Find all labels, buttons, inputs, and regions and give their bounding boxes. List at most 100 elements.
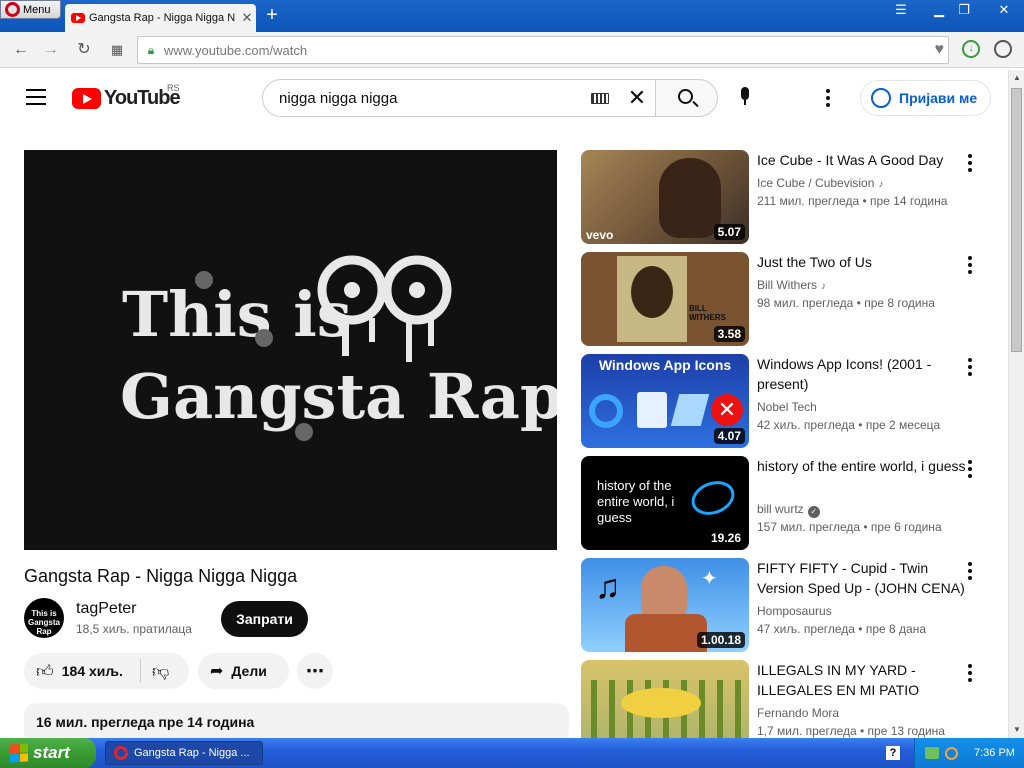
related-title[interactable]: ILLEGALS IN MY YARD - ILLEGALES EN MI PA… (757, 660, 967, 700)
microphone-icon[interactable] (738, 87, 752, 109)
like-count[interactable]: 184 хиљ. (62, 663, 123, 679)
tab-menu-icon[interactable]: ☰ (890, 2, 912, 20)
youtube-logo[interactable]: YouTube RS (72, 83, 181, 110)
share-button[interactable]: ➦ Дели (198, 653, 289, 689)
more-options-icon[interactable] (968, 460, 974, 478)
windows-taskbar: start Gangsta Rap - Nigga ... ? 7:36 PM (0, 738, 1024, 768)
bookmark-heart-icon[interactable]: ♥ (935, 41, 945, 59)
related-video[interactable]: history of the entire world, i guess 19.… (581, 456, 991, 552)
account-icon[interactable] (994, 40, 1012, 58)
new-tab-button[interactable]: + (262, 5, 282, 25)
clock[interactable]: 7:36 PM (974, 747, 1015, 759)
scroll-down-icon[interactable]: ▼ (1012, 725, 1022, 735)
url-host: www.youtube.com (164, 42, 270, 58)
related-title[interactable]: Ice Cube - It Was A Good Day (757, 150, 967, 170)
speed-dial-icon[interactable]: ▦ (106, 40, 128, 60)
taskbar-window-item[interactable]: Gangsta Rap - Nigga ... (105, 741, 263, 765)
url-path: /watch (269, 42, 308, 58)
related-channel[interactable]: Bill Withers ♪ (757, 278, 831, 292)
address-toolbar: ← → ↻ ▦ 🔒︎ www.youtube.com/watch ♥ ↓ (0, 32, 1024, 68)
download-extension-icon[interactable]: ↓ (962, 40, 980, 58)
back-arrow-icon[interactable]: ← (10, 40, 32, 60)
close-tab-icon[interactable]: ✕ (238, 10, 256, 26)
music-note-icon: ♪ (878, 179, 884, 190)
vevo-logo: vevo (586, 228, 614, 242)
thumb-caption: Windows App Icons (598, 357, 732, 373)
minimize-icon[interactable]: ▁ (928, 2, 950, 20)
video-thumbnail[interactable]: ♫ ✦ 1.00.18 (581, 558, 749, 652)
youtube-play-icon (72, 88, 101, 109)
channel-name[interactable]: tagPeter (76, 600, 136, 618)
channel-label: Ice Cube / Cubevision (757, 176, 875, 190)
subscribe-button[interactable]: Запрати (221, 601, 308, 637)
sparkle-icon: ✦ (701, 568, 718, 590)
more-options-icon[interactable] (968, 358, 974, 376)
related-channel[interactable]: Nobel Tech (757, 400, 817, 414)
related-title[interactable]: history of the entire world, i guess (757, 456, 967, 476)
more-options-icon[interactable] (968, 562, 974, 580)
video-player[interactable]: This is Gangsta Rap (24, 150, 557, 550)
related-video[interactable]: ♫ ✦ 1.00.18 FIFTY FIFTY - Cupid - Twin V… (581, 558, 991, 654)
related-meta: 1,7 мил. прегледа • пре 13 година (757, 724, 945, 738)
browser-tab[interactable]: Gangsta Rap - Nigga Nigga N ✕ (65, 4, 256, 32)
related-video[interactable]: vevo 5.07 Ice Cube - It Was A Good Day I… (581, 150, 991, 246)
more-actions-button[interactable]: ⋯ (297, 653, 333, 689)
artwork-line2: Gangsta Rap (120, 360, 557, 433)
related-meta: 98 мил. прегледа • пре 8 година (757, 296, 935, 310)
recycle-bin-icon (637, 392, 667, 428)
settings-more-icon[interactable] (826, 89, 832, 107)
video-thumbnail[interactable]: history of the entire world, i guess 19.… (581, 456, 749, 550)
thumbs-up-icon[interactable]: 👍︎ (36, 661, 54, 682)
related-channel[interactable]: Homposaurus (757, 604, 832, 618)
reload-icon[interactable]: ↻ (73, 40, 95, 60)
opera-logo-icon (5, 2, 20, 17)
vertical-scrollbar[interactable]: ▲ ▼ (1008, 70, 1024, 738)
search-button[interactable] (655, 79, 718, 117)
search-tray-icon[interactable] (945, 746, 958, 760)
bullet-hole-icon (195, 271, 213, 289)
scroll-up-icon[interactable]: ▲ (1012, 73, 1022, 83)
more-options-icon[interactable] (968, 256, 974, 274)
close-window-icon[interactable]: ✕ (993, 2, 1015, 20)
video-thumbnail[interactable]: Windows App Icons ✕ 4.07 (581, 354, 749, 448)
player-artwork: This is Gangsta Rap (120, 255, 557, 441)
clear-search-icon[interactable]: ✕ (627, 85, 647, 111)
related-channel[interactable]: Ice Cube / Cubevision ♪ (757, 176, 888, 190)
sign-in-button[interactable]: Пријави ме (860, 80, 991, 116)
hamburger-menu-icon[interactable] (26, 89, 46, 105)
browser-tab-bar: Menu Gangsta Rap - Nigga Nigga N ✕ + ☰ ▁… (0, 0, 1024, 32)
related-video[interactable]: Windows App Icons ✕ 4.07 Windows App Ico… (581, 354, 991, 450)
more-options-icon[interactable] (968, 154, 974, 172)
share-label: Дели (231, 663, 267, 679)
like-dislike-group: 👍︎ 184 хиљ. 👎︎ (24, 653, 189, 689)
related-meta: 47 хиљ. прегледа • пре 8 дана (757, 622, 927, 636)
opera-menu-button[interactable]: Menu (0, 0, 61, 19)
description-box[interactable]: 16 мил. прегледа пре 14 година (24, 703, 569, 743)
user-circle-icon (871, 88, 891, 108)
scroll-thumb[interactable] (1011, 88, 1022, 352)
help-icon[interactable]: ? (886, 746, 900, 760)
search-input[interactable]: nigga nigga nigga ✕ (262, 79, 656, 117)
more-options-icon[interactable] (968, 664, 974, 682)
album-text: BILL WITHERS (689, 304, 726, 322)
related-channel[interactable]: bill wurtz ✓ (757, 502, 820, 518)
related-channel[interactable]: Fernando Mora (757, 706, 839, 720)
channel-avatar[interactable]: This is Gangsta Rap (24, 598, 64, 638)
start-button[interactable]: start (0, 738, 96, 768)
related-title[interactable]: Windows App Icons! (2001 - present) (757, 354, 967, 394)
related-meta: 157 мил. прегледа • пре 6 година (757, 520, 942, 534)
video-thumbnail[interactable]: BILL WITHERS 3.58 (581, 252, 749, 346)
related-video[interactable]: BILL WITHERS 3.58 Just the Two of Us Bil… (581, 252, 991, 348)
video-thumbnail[interactable]: vevo 5.07 (581, 150, 749, 244)
thumbs-down-icon[interactable]: 👎︎ (152, 661, 169, 682)
forward-arrow-icon[interactable]: → (40, 40, 62, 60)
related-title[interactable]: FIFTY FIFTY - Cupid - Twin Version Sped … (757, 558, 967, 598)
url-field[interactable]: 🔒︎ www.youtube.com/watch ♥ (137, 36, 949, 64)
network-icon[interactable] (925, 747, 939, 759)
related-title[interactable]: Just the Two of Us (757, 252, 967, 272)
keyboard-icon[interactable] (591, 92, 609, 104)
start-label: start (33, 743, 70, 762)
windows-flag-icon (10, 743, 28, 763)
sign-in-label: Пријави ме (899, 90, 978, 106)
restore-icon[interactable]: ❐ (953, 2, 975, 20)
